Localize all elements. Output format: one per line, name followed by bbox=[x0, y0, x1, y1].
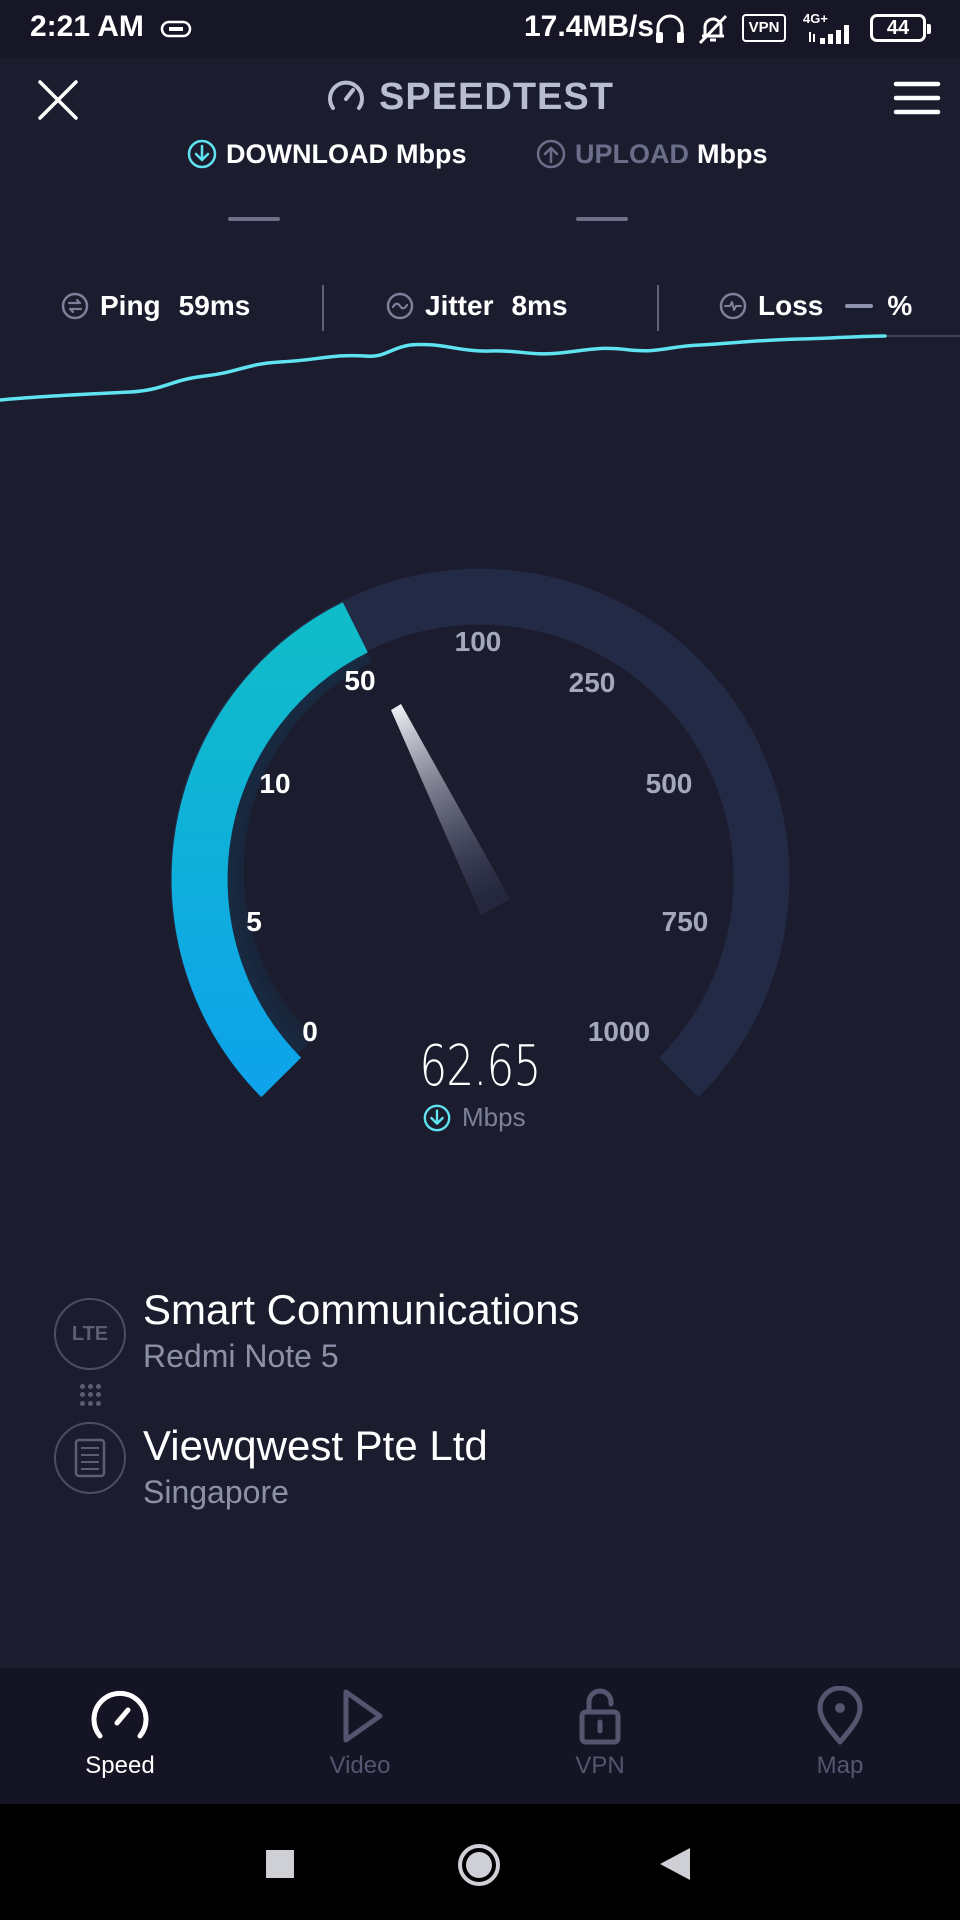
gauge-needle bbox=[391, 704, 510, 915]
current-speed-value: 62.65 bbox=[419, 1034, 541, 1099]
tab-upload-label: UPLOAD bbox=[575, 138, 689, 169]
gauge-scale-label: 750 bbox=[662, 906, 709, 937]
tab-download[interactable]: DOWNLOAD Mbps bbox=[186, 134, 466, 174]
nav-map[interactable]: Map bbox=[740, 1668, 940, 1804]
tab-download-unit: Mbps bbox=[395, 138, 467, 169]
nav-video-label: Video bbox=[329, 1752, 391, 1779]
gauge-scale-label: 50 bbox=[344, 665, 375, 696]
nav-speed-label: Speed bbox=[85, 1752, 155, 1779]
menu-button[interactable] bbox=[892, 78, 942, 118]
gauge-scale-label: 500 bbox=[646, 768, 693, 799]
nav-vpn[interactable]: VPN bbox=[500, 1668, 700, 1804]
lte-badge: LTE bbox=[71, 1322, 109, 1345]
server-name[interactable]: Viewqwest Pte Ltd bbox=[143, 1422, 488, 1470]
gauge-scale-label: 1000 bbox=[588, 1016, 650, 1047]
bottom-navigation: Speed Video VPN Map bbox=[0, 1668, 960, 1804]
connection-dots bbox=[80, 1384, 102, 1406]
map-pin-icon bbox=[817, 1686, 863, 1745]
signal-strength-icon bbox=[809, 25, 849, 44]
keyboard-status-icon bbox=[160, 20, 192, 38]
play-icon bbox=[343, 1689, 383, 1743]
tab-download-label: DOWNLOAD bbox=[226, 138, 388, 169]
provider-icon: LTE bbox=[54, 1298, 126, 1370]
app-title: SPEEDTEST bbox=[325, 72, 614, 122]
close-button[interactable] bbox=[30, 72, 86, 128]
provider-name[interactable]: Smart Communications bbox=[143, 1286, 579, 1334]
gauge-scale-label: 5 bbox=[246, 906, 262, 937]
triangle-back-icon[interactable] bbox=[658, 1846, 692, 1882]
gauge-scale-label: 250 bbox=[569, 667, 616, 698]
circle-home-icon[interactable] bbox=[456, 1842, 502, 1888]
muted-bell-icon bbox=[698, 14, 728, 45]
nav-speed[interactable]: Speed bbox=[20, 1668, 220, 1804]
current-speed-unit-text: Mbps bbox=[462, 1102, 526, 1132]
server-icon bbox=[54, 1422, 126, 1494]
status-net-speed: 17.4MB/s bbox=[524, 10, 655, 43]
nav-vpn-label: VPN bbox=[575, 1752, 625, 1779]
upload-value-placeholder bbox=[576, 217, 628, 221]
loss-icon bbox=[719, 292, 747, 320]
device-name: Redmi Note 5 bbox=[143, 1338, 339, 1374]
jitter-icon bbox=[386, 292, 414, 320]
system-navigation-bar bbox=[0, 1804, 960, 1920]
gauge-scale-label: 100 bbox=[455, 626, 502, 657]
app-title-text: SPEEDTEST bbox=[379, 75, 614, 118]
nav-map-label: Map bbox=[816, 1752, 864, 1779]
gauge-scale-label: 0 bbox=[302, 1016, 318, 1047]
tab-upload-unit: Mbps bbox=[697, 138, 768, 169]
battery-indicator: 44 bbox=[870, 14, 931, 42]
unlock-icon bbox=[579, 1688, 621, 1745]
download-arrow-icon bbox=[423, 1104, 451, 1131]
vpn-status-badge: VPN bbox=[742, 14, 786, 42]
tab-upload[interactable]: UPLOAD Mbps bbox=[535, 134, 768, 174]
download-arrow-icon bbox=[187, 139, 217, 169]
gauge-scale-label: 10 bbox=[259, 768, 290, 799]
speedometer-logo-icon bbox=[328, 80, 364, 110]
download-value-placeholder bbox=[228, 217, 280, 221]
status-bar: 2:21 AM 17.4MB/s VPN 4G+ 44 bbox=[0, 0, 960, 58]
loss-value-placeholder bbox=[845, 304, 874, 308]
current-speed-unit: Mbps bbox=[422, 1102, 526, 1133]
speedometer-icon bbox=[91, 1690, 149, 1739]
upload-arrow-icon bbox=[536, 139, 566, 169]
nav-video[interactable]: Video bbox=[260, 1668, 460, 1804]
headphones-icon bbox=[656, 14, 684, 43]
server-stack-icon bbox=[74, 1438, 106, 1478]
server-location: Singapore bbox=[143, 1474, 289, 1510]
square-recents-icon[interactable] bbox=[264, 1848, 296, 1880]
status-time: 2:21 AM bbox=[30, 10, 144, 43]
ping-icon bbox=[61, 292, 89, 320]
